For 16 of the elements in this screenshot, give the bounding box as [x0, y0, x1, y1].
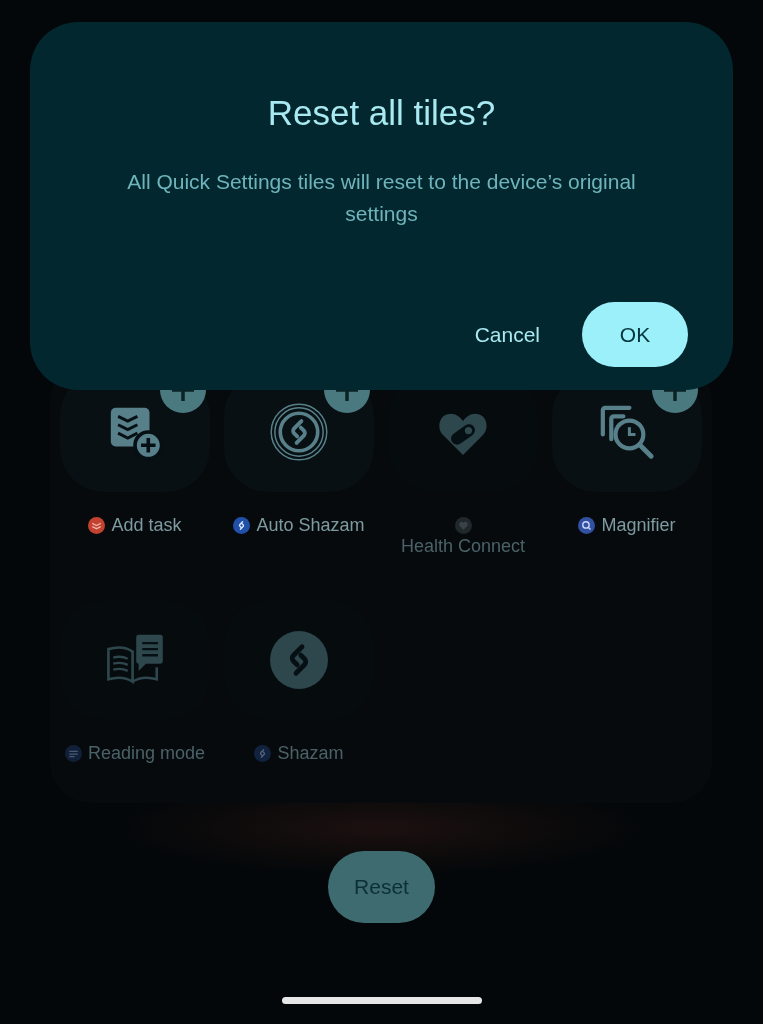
ok-button[interactable]: OK: [582, 302, 688, 367]
dialog-title: Reset all tiles?: [267, 92, 496, 134]
cancel-button[interactable]: Cancel: [462, 302, 552, 367]
app-icon: [233, 517, 251, 534]
app-icon: [254, 745, 272, 762]
dialog-message: All Quick Settings tiles will reset to the device’s original settings: [126, 169, 637, 227]
tile-label: Health Connect: [400, 535, 526, 558]
tile-label: Auto Shazam: [256, 514, 365, 537]
app-icon: [578, 517, 596, 534]
tile-label: Reading mode: [87, 742, 206, 765]
app-icon: [64, 745, 82, 762]
tile-label: Add task: [111, 514, 182, 537]
tile-label: Magnifier: [601, 514, 676, 537]
app-icon: [454, 517, 472, 534]
app-icon: [88, 517, 106, 534]
tile-label: Shazam: [277, 742, 344, 765]
